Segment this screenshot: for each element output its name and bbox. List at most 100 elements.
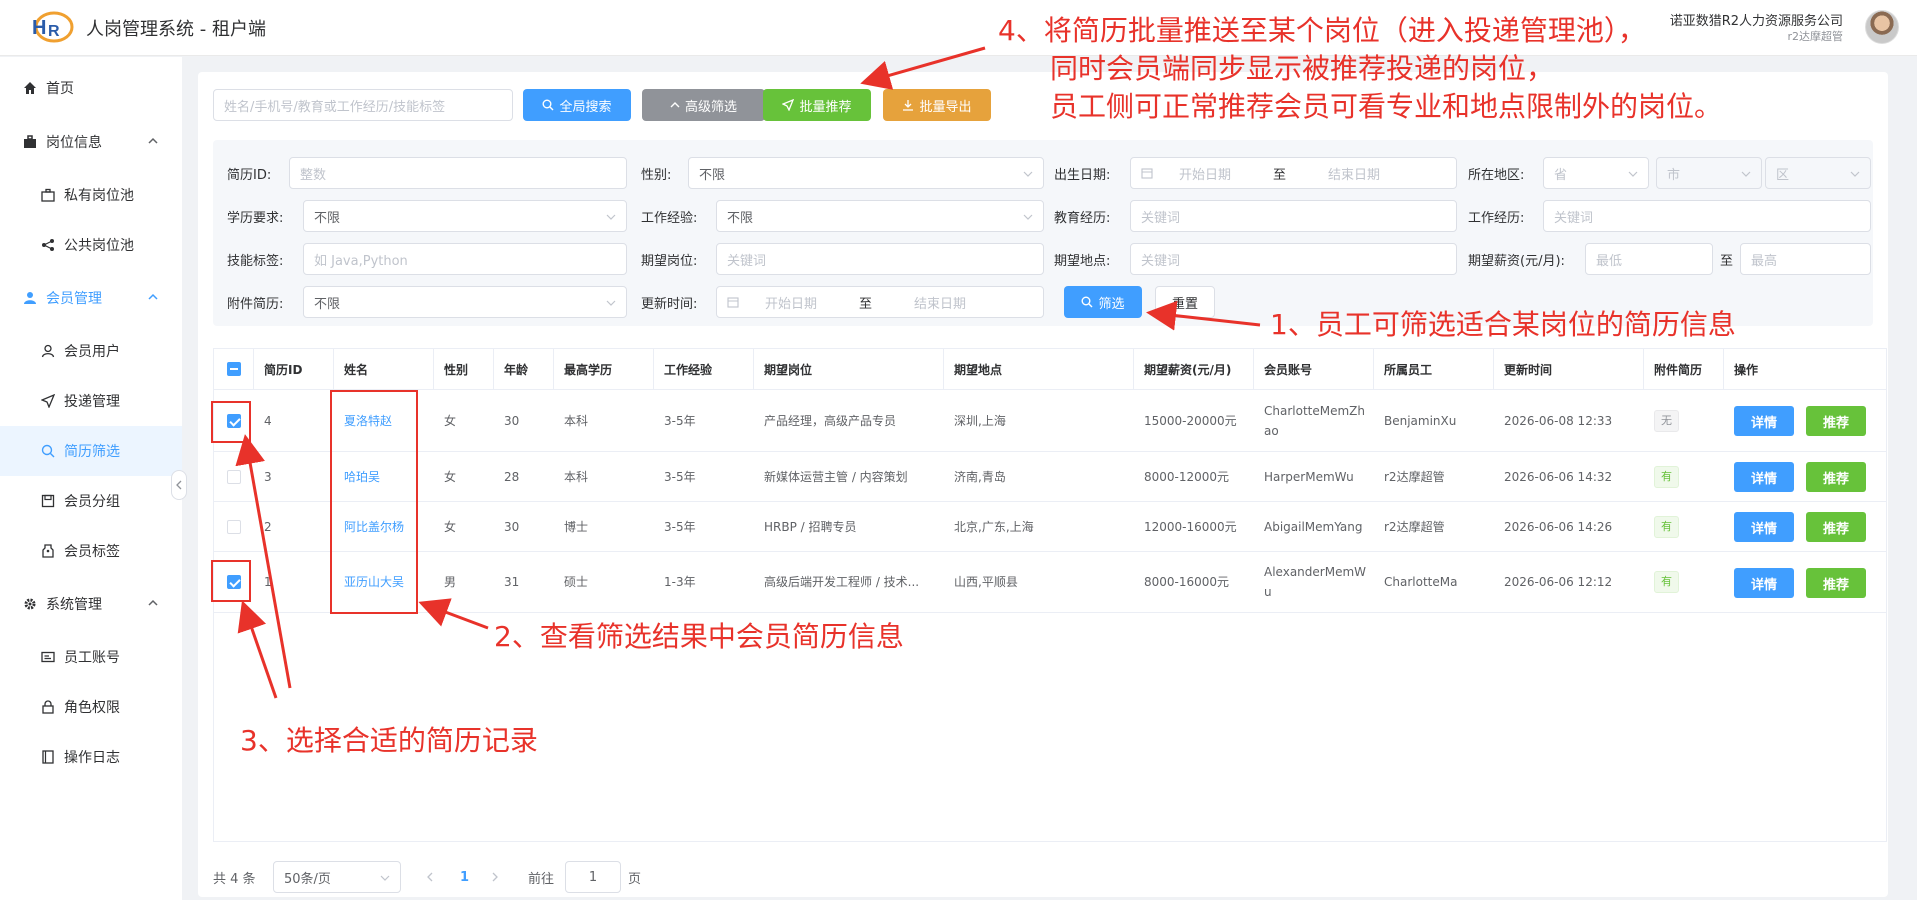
lock-icon [40, 699, 56, 715]
cell-staff: r2达摩超管 [1384, 469, 1445, 484]
batch-recommend-button[interactable]: 批量推荐 [763, 89, 871, 121]
edu-exp-input[interactable]: 关键词 [1130, 200, 1457, 232]
sidebar-item-staff-accounts[interactable]: 员工账号 [0, 632, 182, 682]
filter-button[interactable]: 筛选 [1064, 286, 1142, 318]
salary-max-input[interactable]: 最高 [1740, 243, 1871, 275]
detail-button[interactable]: 详情 [1734, 568, 1794, 598]
sidebar-item-member-tags[interactable]: 会员标签 [0, 526, 182, 576]
table-row[interactable]: 4 夏洛特赵 女 30 本科 3-5年 产品经理，高级产品专员 深圳,上海 15… [214, 389, 1886, 451]
sidebar-item-member-users[interactable]: 会员用户 [0, 326, 182, 376]
resume-id-input[interactable]: 整数 [289, 157, 627, 189]
update-date-range[interactable]: 开始日期 至 结束日期 [716, 286, 1044, 318]
cell-position: 新媒体运营主管 / 内容策划 [764, 469, 908, 484]
detail-button[interactable]: 详情 [1734, 406, 1794, 436]
sidebar-item-label: 首页 [46, 81, 74, 97]
page-size-select[interactable]: 50条/页 [273, 861, 401, 893]
cell-staff: BenjaminXu [1384, 413, 1457, 428]
cell-id: 3 [264, 469, 272, 484]
cell-updated: 2026-06-08 12:33 [1504, 413, 1613, 428]
detail-button[interactable]: 详情 [1734, 462, 1794, 492]
sidebar-item-system[interactable]: 系统管理 [0, 579, 182, 629]
recommend-button[interactable]: 推荐 [1806, 568, 1866, 598]
reset-button-label: 重置 [1171, 296, 1198, 312]
birth-date-range[interactable]: 开始日期 至 结束日期 [1130, 157, 1457, 189]
page-unit-label: 页 [628, 871, 642, 887]
exp-position-placeholder: 关键词 [727, 253, 767, 269]
sidebar-item-public-pool[interactable]: 公共岗位池 [0, 220, 182, 270]
work-exp-input[interactable]: 关键词 [1543, 200, 1871, 232]
cell-account: CharlotteMemZhao [1264, 403, 1365, 438]
sidebar-item-members[interactable]: 会员管理 [0, 273, 182, 323]
work-years-select[interactable]: 不限 [716, 200, 1044, 232]
annotation-step-1: 1、员工可筛选适合某岗位的简历信息 [1270, 308, 1736, 341]
cell-salary: 8000-12000元 [1144, 469, 1230, 484]
education-select[interactable]: 不限 [303, 200, 627, 232]
header-age: 年龄 [494, 349, 554, 389]
table-row[interactable]: 1 亚历山大吴 男 31 硕士 1-3年 高级后端开发工程师 / 技术... 山… [214, 551, 1886, 613]
cell-location: 深圳,上海 [954, 413, 1006, 428]
calendar-icon [727, 297, 739, 308]
district-select[interactable]: 区 [1765, 157, 1871, 189]
sidebar-item-positions[interactable]: 岗位信息 [0, 117, 182, 167]
label-exp-location: 期望地点: [1054, 253, 1111, 269]
cell-position: HRBP / 招聘专员 [764, 519, 857, 534]
avatar[interactable] [1865, 10, 1899, 44]
row-checkbox[interactable] [227, 469, 241, 484]
recommend-button[interactable]: 推荐 [1806, 462, 1866, 492]
cell-gender: 女 [444, 413, 457, 428]
cell-location: 北京,广东,上海 [954, 519, 1034, 534]
sidebar-collapse-button[interactable] [171, 470, 187, 500]
skills-placeholder: 如 Java,Python [314, 253, 408, 269]
page-number-current[interactable]: 1 [460, 862, 469, 892]
advanced-filter-button[interactable]: 高级筛选 [642, 89, 765, 121]
gender-select[interactable]: 不限 [688, 157, 1044, 189]
sidebar-item-label: 操作日志 [64, 750, 120, 766]
education-value: 不限 [314, 210, 341, 226]
table-row[interactable]: 3 哈珀吴 女 28 本科 3-5年 新媒体运营主管 / 内容策划 济南,青岛 … [214, 451, 1886, 501]
exp-location-input[interactable]: 关键词 [1130, 243, 1457, 275]
sidebar-item-resume-filter[interactable]: 简历筛选 [0, 426, 182, 476]
city-select[interactable]: 市 [1656, 157, 1762, 189]
share-icon [40, 237, 56, 253]
edu-exp-placeholder: 关键词 [1141, 210, 1181, 226]
cell-gender: 女 [444, 469, 457, 484]
province-select[interactable]: 省 [1543, 157, 1649, 189]
district-placeholder: 区 [1776, 167, 1790, 183]
goto-page-input[interactable]: 1 [565, 861, 621, 893]
gender-value: 不限 [699, 167, 726, 183]
sidebar-item-member-groups[interactable]: 会员分组 [0, 476, 182, 526]
prev-page-button[interactable] [426, 862, 434, 892]
salary-min-input[interactable]: 最低 [1585, 243, 1713, 275]
sidebar-item-roles[interactable]: 角色权限 [0, 682, 182, 732]
attachment-select[interactable]: 不限 [303, 286, 627, 318]
page-size-value: 50条/页 [284, 871, 331, 887]
select-all-checkbox[interactable] [227, 362, 241, 376]
batch-export-button[interactable]: 批量导出 [883, 89, 991, 121]
attachment-tag: 有 [1654, 515, 1679, 538]
recommend-button[interactable]: 推荐 [1806, 406, 1866, 436]
search-input[interactable]: 姓名/手机号/教育或工作经历/技能标签 [213, 89, 513, 121]
chevron-left-icon [427, 872, 433, 882]
person-icon [40, 343, 56, 359]
city-placeholder: 市 [1667, 167, 1681, 183]
sidebar-item-private-pool[interactable]: 私有岗位池 [0, 170, 182, 220]
header-education: 最高学历 [554, 349, 654, 389]
search-icon [40, 443, 56, 459]
sidebar-item-delivery[interactable]: 投递管理 [0, 376, 182, 426]
table-row[interactable]: 2 阿比盖尔杨 女 30 博士 3-5年 HRBP / 招聘专员 北京,广东,上… [214, 501, 1886, 551]
sidebar-item-logs[interactable]: 操作日志 [0, 732, 182, 782]
recommend-button[interactable]: 推荐 [1806, 512, 1866, 542]
reset-button[interactable]: 重置 [1155, 286, 1215, 318]
goto-label: 前往 [528, 871, 555, 887]
exp-position-input[interactable]: 关键词 [716, 243, 1044, 275]
global-search-button[interactable]: 全局搜索 [523, 89, 631, 121]
detail-button[interactable]: 详情 [1734, 512, 1794, 542]
sidebar-item-home[interactable]: 首页 [0, 63, 182, 113]
chevron-right-icon [492, 872, 498, 882]
annotation-step-2: 2、查看筛选结果中会员简历信息 [494, 620, 904, 653]
cell-updated: 2026-06-06 12:12 [1504, 575, 1613, 589]
user-name: r2达摩超管 [1787, 30, 1843, 43]
skills-input[interactable]: 如 Java,Python [303, 243, 627, 275]
row-checkbox[interactable] [227, 519, 241, 534]
next-page-button[interactable] [491, 862, 499, 892]
